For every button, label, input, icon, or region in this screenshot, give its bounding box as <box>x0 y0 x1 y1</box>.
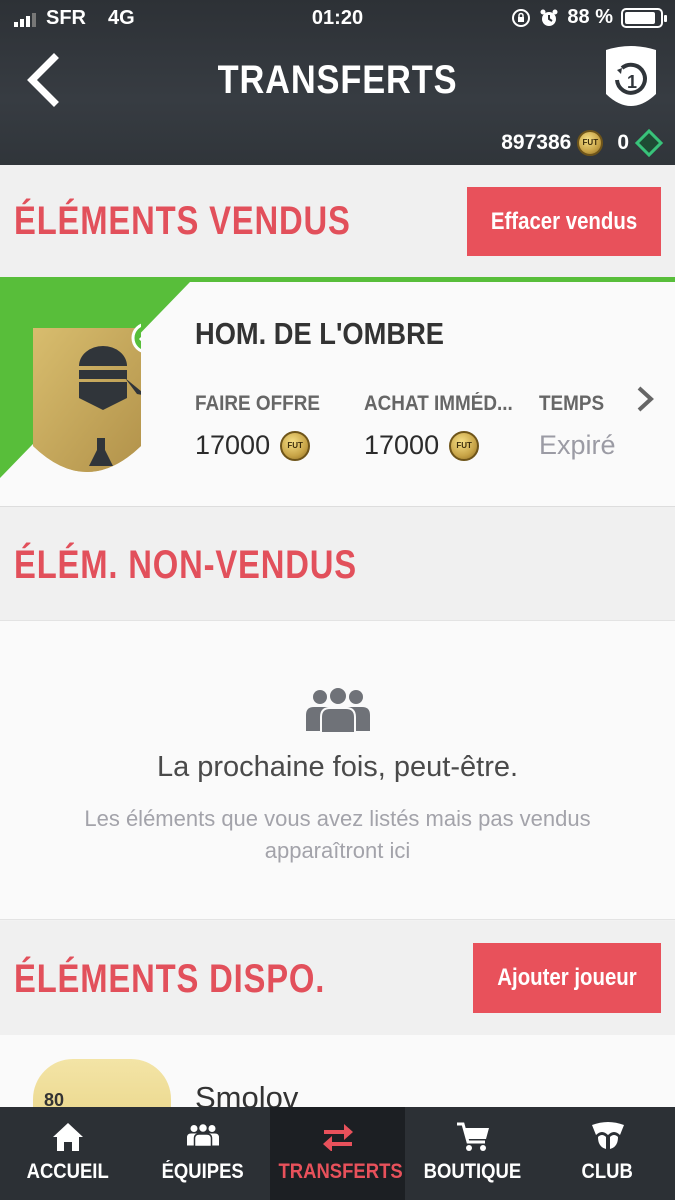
empty-state-title: La prochaine fois, peut-être. <box>156 751 519 783</box>
top-bar: SFR 4G 01:20 88 % TRANSFERTS 1 897386 FU… <box>0 0 675 165</box>
sold-section-header: ÉLÉMENTS VENDUS Effacer vendus <box>0 165 675 277</box>
page-title: TRANSFERTS <box>217 58 458 102</box>
tab-boutique[interactable]: BOUTIQUE <box>405 1107 540 1200</box>
battery-icon <box>621 7 667 28</box>
rotation-lock-icon <box>512 8 531 27</box>
buy-now-label: ACHAT IMMÉD... <box>364 392 513 415</box>
bid-value-group: 17000 FUT <box>195 430 311 461</box>
people-icon <box>306 687 370 733</box>
time-label: TEMPS <box>539 392 605 415</box>
tab-label: ÉQUIPES <box>161 1160 244 1183</box>
cart-icon <box>456 1122 489 1151</box>
battery-percent: 88 % <box>567 6 613 28</box>
fut-coin-icon: FUT <box>449 430 480 461</box>
player-card-image <box>33 323 141 472</box>
points-balance: 0 <box>617 131 629 154</box>
sold-item-card[interactable]: HOM. DE L'OMBRE FAIRE OFFRE 17000 FUT AC… <box>0 277 675 507</box>
unsold-section-title: ÉLÉM. NON-VENDUS <box>14 543 357 587</box>
coin-balance: 897386 <box>501 131 572 154</box>
bid-value: 17000 <box>195 430 271 460</box>
available-section-title: ÉLÉMENTS DISPO. <box>14 957 326 1001</box>
bid-label: FAIRE OFFRE <box>195 392 320 415</box>
fifa-points-icon <box>634 128 664 158</box>
tab-label: BOUTIQUE <box>423 1160 522 1183</box>
unsold-section-header: ÉLÉM. NON-VENDUS <box>0 507 675 620</box>
status-bar: SFR 4G 01:20 88 % <box>0 0 675 36</box>
tab-club[interactable]: CLUB <box>540 1107 675 1200</box>
tab-label: ACCUEIL <box>26 1160 109 1183</box>
chevron-right-icon[interactable] <box>633 384 657 414</box>
club-icon <box>591 1122 624 1149</box>
buy-now-value-group: 17000 FUT <box>364 430 480 461</box>
alarm-icon <box>540 9 558 26</box>
tab-equipes[interactable]: ÉQUIPES <box>135 1107 270 1200</box>
available-section-header: ÉLÉMENTS DISPO. Ajouter joueur <box>0 921 675 1035</box>
fut-coin-icon: FUT <box>280 430 311 461</box>
clear-sold-button[interactable]: Effacer vendus <box>467 187 661 256</box>
unsold-empty-state: La prochaine fois, peut-être. Les élémen… <box>0 620 675 920</box>
bottom-tab-bar: ACCUEIL ÉQUIPES TRANSFERTS BOUTIQUE CLUB <box>0 1107 675 1200</box>
add-player-label: Ajouter joueur <box>497 964 637 991</box>
time-value: Expiré <box>539 430 616 460</box>
time-value-group: Expiré <box>539 430 616 461</box>
tab-label: TRANSFERTS <box>278 1160 403 1183</box>
sold-section-title: ÉLÉMENTS VENDUS <box>14 199 351 243</box>
tab-accueil[interactable]: ACCUEIL <box>0 1107 135 1200</box>
svg-text:1: 1 <box>627 72 637 92</box>
fut-coin-icon: FUT <box>577 130 604 156</box>
fut-champions-badge-icon[interactable]: 1 <box>602 44 660 116</box>
sold-item-name: HOM. DE L'OMBRE <box>195 316 444 351</box>
empty-state-text: Les éléments que vous avez listés mais p… <box>84 806 591 863</box>
teams-icon <box>186 1122 219 1148</box>
clear-sold-label: Effacer vendus <box>490 208 638 235</box>
tab-transferts[interactable]: TRANSFERTS <box>270 1107 405 1200</box>
buy-now-value: 17000 <box>364 430 440 460</box>
available-item-card[interactable]: 80 Smolov <box>0 1035 675 1115</box>
tab-label: CLUB <box>581 1160 634 1183</box>
currency-display: 897386 FUT 0 <box>501 128 664 158</box>
home-icon <box>52 1123 83 1151</box>
add-player-button[interactable]: Ajouter joueur <box>473 943 661 1013</box>
transfers-icon <box>322 1124 353 1151</box>
